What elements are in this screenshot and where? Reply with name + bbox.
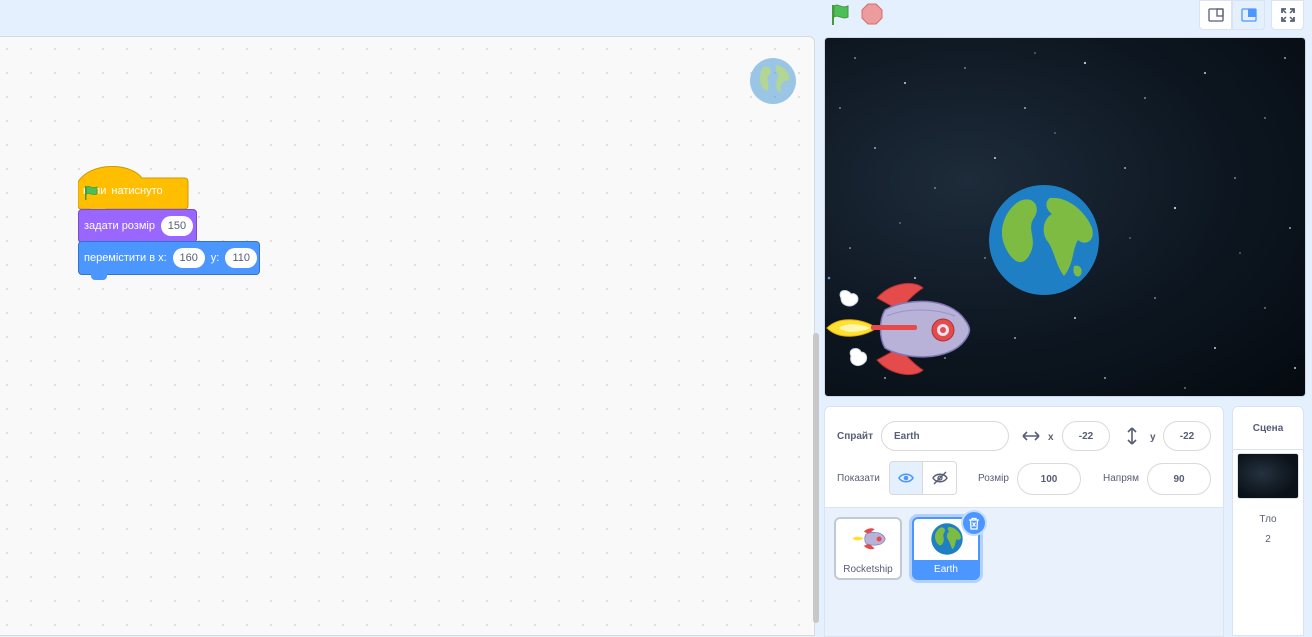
block-notch (91, 274, 107, 280)
stop-icon (861, 3, 883, 25)
stage-size-toggle (1199, 0, 1267, 31)
hat-text-after: натиснуто (111, 185, 163, 197)
sprite-tile-name: Rocketship (843, 563, 893, 575)
backdrops-count: 2 (1265, 534, 1271, 545)
sprite-label: Спрайт (837, 431, 873, 442)
visibility-toggle (889, 461, 957, 495)
rocketship-thumbnail (852, 528, 886, 550)
delete-sprite-button[interactable] (961, 510, 987, 536)
top-bar (0, 0, 1312, 36)
trash-icon (969, 517, 979, 530)
earth-sprite[interactable] (988, 184, 1100, 296)
rocketship-sprite[interactable] (825, 280, 973, 380)
size-input[interactable]: 150 (160, 216, 193, 236)
direction-field[interactable]: 90 (1147, 463, 1211, 495)
eye-slash-icon (931, 471, 948, 485)
go-to-xy-block[interactable]: перемістити в x: 160 y: 110 (78, 241, 260, 280)
eye-icon (898, 473, 914, 483)
backdrop-thumbnail[interactable] (1237, 453, 1299, 499)
earth-thumbnail (931, 523, 963, 555)
sprite-info-panel: Спрайт Earth x -22 y -22 Показати Розмір… (824, 406, 1224, 508)
x-position-field[interactable]: -22 (1062, 421, 1110, 451)
show-label: Показати (837, 473, 880, 484)
stage-selector-title: Сцена (1233, 407, 1303, 450)
size-field[interactable]: 100 (1017, 463, 1081, 495)
fullscreen-button[interactable] (1271, 0, 1304, 30)
y-input[interactable]: 110 (225, 248, 258, 268)
y-label: y: (210, 252, 220, 264)
size-label: Розмір (978, 473, 1009, 484)
large-stage-button[interactable] (1232, 0, 1265, 30)
stop-button[interactable] (860, 2, 884, 26)
code-workspace[interactable] (0, 36, 815, 636)
set-size-label: задати розмір (84, 220, 155, 232)
show-sprite-button[interactable] (889, 461, 923, 495)
green-flag-button[interactable] (826, 1, 854, 29)
set-size-block[interactable]: задати розмір 150 (78, 209, 197, 243)
workspace-scrollbar[interactable] (813, 333, 819, 623)
vertical-arrows-icon (1127, 427, 1137, 445)
when-flag-clicked-block[interactable]: коли натиснуто (78, 166, 189, 210)
direction-label: Напрям (1103, 473, 1139, 484)
sprite-name-field[interactable]: Earth (881, 421, 1009, 451)
hide-sprite-button[interactable] (923, 461, 957, 495)
small-stage-button[interactable] (1199, 0, 1232, 30)
green-flag-icon (832, 4, 849, 25)
x-input[interactable]: 160 (172, 248, 205, 268)
green-flag-icon (85, 186, 98, 200)
large-stage-icon (1240, 8, 1257, 22)
y-label: y (1150, 432, 1156, 443)
horizontal-arrows-icon (1022, 431, 1040, 441)
sprite-tile-rocketship[interactable]: Rocketship (834, 517, 902, 580)
small-stage-icon (1207, 8, 1224, 22)
sprite-tile-name: Earth (914, 560, 978, 578)
current-sprite-thumbnail (749, 57, 797, 105)
go-to-xy-label: перемістити в x: (84, 252, 167, 264)
sprite-tile-earth[interactable]: Earth (912, 510, 987, 580)
stage-selector[interactable]: Сцена Тло 2 (1232, 406, 1304, 636)
x-label: x (1048, 432, 1054, 443)
stage[interactable] (824, 37, 1306, 397)
backdrops-label: Тло (1259, 514, 1277, 525)
fullscreen-icon (1280, 8, 1295, 22)
y-position-field[interactable]: -22 (1163, 421, 1211, 451)
sprite-list: Rocketship Earth (824, 507, 1224, 637)
